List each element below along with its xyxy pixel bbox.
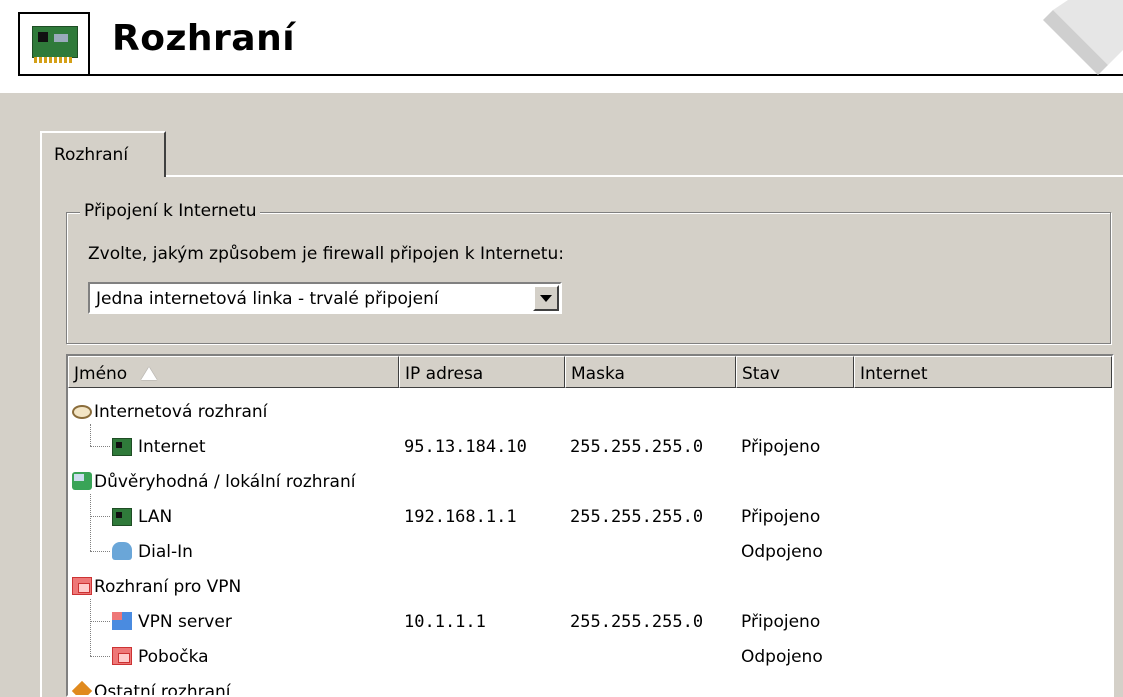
table-row[interactable]: Dial-In Odpojeno — [68, 534, 1112, 569]
table-row[interactable]: Rozhraní pro VPN — [68, 569, 1112, 604]
tab-label: Rozhraní — [54, 145, 129, 165]
page-title: Rozhraní — [112, 18, 296, 59]
table-row[interactable]: Důvěryhodná / lokální rozhraní — [68, 464, 1112, 499]
column-header-name[interactable]: Jméno — [68, 356, 399, 388]
connection-type-select[interactable]: Jedna internetová linka - trvalé připoje… — [88, 282, 562, 314]
vpn-icon — [72, 577, 92, 595]
chevron-down-icon[interactable] — [533, 285, 559, 311]
vpn-server-icon — [112, 612, 132, 630]
title-underline — [90, 74, 1123, 76]
table-row[interactable]: VPN server 10.1.1.1 255.255.255.0 Připoj… — [68, 604, 1112, 639]
network-card-icon — [112, 508, 132, 526]
trusted-network-icon — [72, 472, 92, 490]
tab-rozhrani[interactable]: Rozhraní — [40, 131, 166, 177]
table-row[interactable]: Ostatní rozhraní — [68, 674, 1112, 695]
column-header-status[interactable]: Stav — [736, 356, 854, 388]
vpn-tunnel-icon — [112, 647, 132, 665]
other-interfaces-icon — [71, 680, 93, 695]
group-description: Zvolte, jakým způsobem je firewall připo… — [88, 244, 564, 264]
column-header-ip[interactable]: IP adresa — [399, 356, 565, 388]
table-header: Jméno IP adresa Maska Stav Internet — [68, 356, 1112, 388]
network-card-icon — [18, 12, 90, 76]
table-row[interactable]: Internetová rozhraní — [68, 394, 1112, 429]
table-row[interactable]: LAN 192.168.1.1 255.255.255.0 Připojeno — [68, 499, 1112, 534]
interfaces-table[interactable]: Jméno IP adresa Maska Stav Internet Inte… — [66, 354, 1114, 697]
sort-ascending-icon — [141, 367, 158, 380]
internet-connection-group — [66, 212, 1111, 344]
internet-cloud-icon — [72, 405, 92, 419]
network-card-icon — [112, 438, 132, 456]
table-row[interactable]: Internet 95.13.184.10 255.255.255.0 Přip… — [68, 429, 1112, 464]
select-value: Jedna internetová linka - trvalé připoje… — [96, 289, 439, 309]
column-header-internet[interactable]: Internet — [854, 356, 1112, 388]
group-legend: Připojení k Internetu — [80, 201, 261, 221]
table-row[interactable]: Pobočka Odpojeno — [68, 639, 1112, 674]
dial-in-icon — [112, 542, 132, 560]
column-header-mask[interactable]: Maska — [565, 356, 736, 388]
